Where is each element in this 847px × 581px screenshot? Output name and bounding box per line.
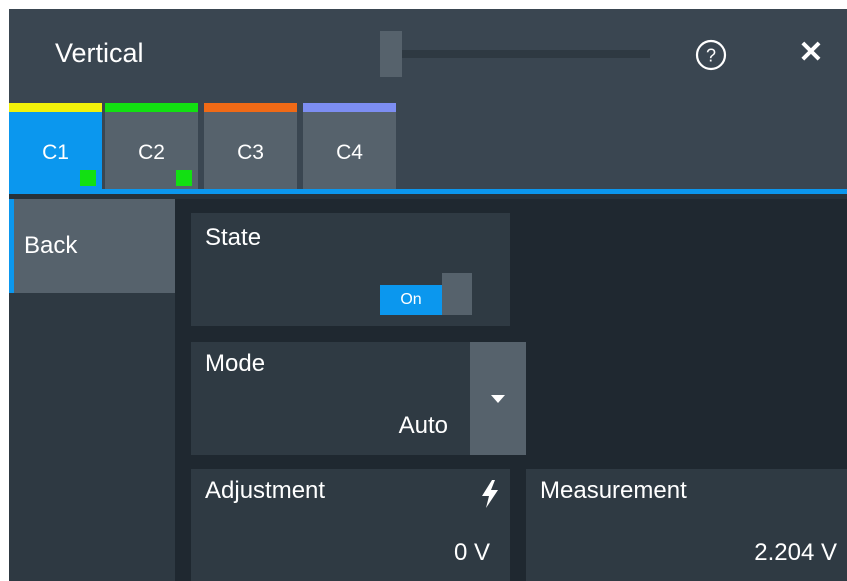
tab-c4[interactable]: C4 <box>303 103 396 189</box>
tab-c2-label: C2 <box>138 141 165 164</box>
back-button-accent <box>9 199 14 293</box>
lightning-bolt-icon[interactable] <box>481 480 499 508</box>
tab-c4-colorbar <box>303 103 396 112</box>
channel-tabs: C1 C2 C3 C4 <box>9 99 847 199</box>
tab-c2-colorbar <box>105 103 198 112</box>
svg-text:?: ? <box>706 46 716 66</box>
tab-c1-active-indicator <box>80 170 96 186</box>
mode-dropdown-button[interactable] <box>470 342 526 455</box>
chevron-down-icon <box>491 395 505 403</box>
adjustment-label: Adjustment <box>205 477 326 504</box>
measurement-label: Measurement <box>540 477 687 504</box>
close-icon[interactable]: ✕ <box>797 35 825 71</box>
tab-c1-colorbar <box>9 103 102 112</box>
mode-label: Mode <box>205 350 266 377</box>
back-button-label: Back <box>24 232 78 259</box>
settings-content: State On Mode Auto Adjustment 0 V Measur… <box>175 199 847 581</box>
adjustment-value: 0 V <box>453 539 490 566</box>
tab-c1-label: C1 <box>42 141 69 164</box>
tab-c3-label: C3 <box>237 141 264 164</box>
side-nav: Back <box>9 199 175 581</box>
state-toggle-on[interactable]: On <box>380 285 442 315</box>
tab-c3-colorbar <box>204 103 297 112</box>
header-slider-track[interactable] <box>402 50 650 58</box>
tab-c2-active-indicator <box>176 170 192 186</box>
tab-c3[interactable]: C3 <box>204 103 297 189</box>
state-panel: State On <box>191 213 510 326</box>
dialog-title: Vertical <box>55 38 144 68</box>
vertical-dialog: Vertical ? ✕ C1 C2 C3 C4 Back State On M… <box>9 9 847 581</box>
state-label: State <box>205 224 262 251</box>
measurement-value: 2.204 V <box>754 539 837 566</box>
mode-value: Auto <box>398 412 448 439</box>
tab-c4-label: C4 <box>336 141 363 164</box>
header-slider-handle[interactable] <box>380 31 402 77</box>
mode-panel[interactable]: Mode Auto <box>191 342 526 455</box>
measurement-panel: Measurement 2.204 V <box>526 469 847 581</box>
help-icon[interactable]: ? <box>695 39 727 71</box>
back-button[interactable]: Back <box>9 199 175 293</box>
tab-c2[interactable]: C2 <box>105 103 198 189</box>
state-toggle-knob[interactable] <box>442 273 472 315</box>
adjustment-panel[interactable]: Adjustment 0 V <box>191 469 510 581</box>
dialog-header: Vertical ? ✕ <box>9 9 847 99</box>
tab-c1[interactable]: C1 <box>9 103 102 189</box>
